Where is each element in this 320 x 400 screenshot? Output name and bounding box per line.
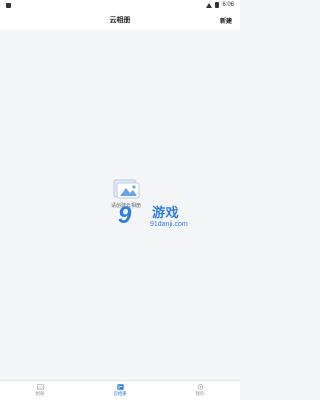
tab-bar: 相册 云相册 我的 <box>0 380 240 400</box>
watermark-logo: 9 <box>118 202 132 229</box>
app-header: 云相册 新建 <box>0 10 240 30</box>
watermark-url: 91danji.com <box>150 221 188 228</box>
page-title: 云相册 <box>109 17 131 24</box>
status-bar: 6:06 <box>0 0 240 10</box>
photo-icon <box>36 384 44 390</box>
battery-icon <box>215 2 220 8</box>
tab-cloud-album[interactable]: 云相册 <box>90 384 150 397</box>
tab-cloud-album-label: 云相册 <box>113 391 127 396</box>
tab-profile-label: 我的 <box>195 391 205 396</box>
notification-icon <box>6 2 11 8</box>
photo-album-icon <box>111 178 141 200</box>
tab-photos-label: 相册 <box>35 391 45 396</box>
cloud-album-icon <box>116 384 124 390</box>
new-button[interactable]: 新建 <box>220 16 232 25</box>
status-time: 6:06 <box>222 2 234 8</box>
wifi-icon <box>206 2 213 8</box>
status-left <box>6 2 11 8</box>
tab-photos[interactable]: 相册 <box>10 384 70 397</box>
tab-profile[interactable]: 我的 <box>170 384 230 397</box>
watermark: 9 游戏 91danji.com <box>118 200 238 240</box>
profile-icon <box>197 384 203 390</box>
main-content: 请创建云相册 9 游戏 91danji.com <box>0 30 240 380</box>
watermark-text: 游戏 <box>152 205 180 220</box>
status-right: 6:06 <box>206 2 234 8</box>
